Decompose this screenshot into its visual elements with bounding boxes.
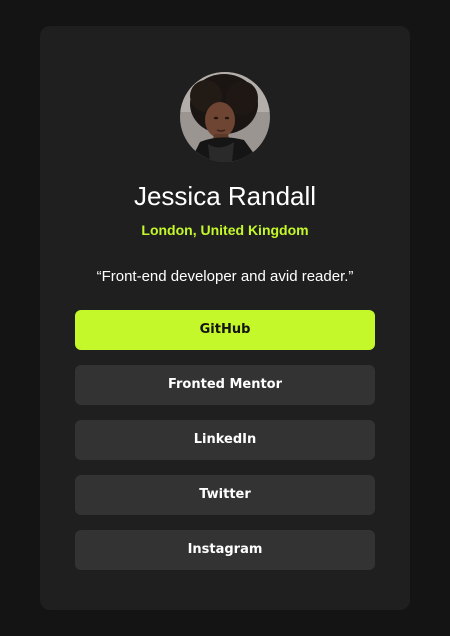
- avatar: [180, 72, 270, 162]
- instagram-link-button[interactable]: Instagram: [75, 530, 375, 570]
- profile-location: London, United Kingdom: [141, 222, 309, 238]
- profile-card: Jessica Randall London, United Kingdom “…: [40, 26, 410, 610]
- linkedin-link-button[interactable]: LinkedIn: [75, 420, 375, 460]
- list-item: Fronted Mentor: [75, 365, 375, 405]
- frontend-mentor-link-button[interactable]: Fronted Mentor: [75, 365, 375, 405]
- list-item: Instagram: [75, 530, 375, 570]
- list-item: Twitter: [75, 475, 375, 515]
- list-item: GitHub: [75, 310, 375, 350]
- social-links-list: GitHub Fronted Mentor LinkedIn Twitter I…: [75, 310, 375, 585]
- profile-bio: “Front-end developer and avid reader.”: [96, 268, 354, 285]
- avatar-photo: [180, 72, 270, 162]
- profile-name: Jessica Randall: [133, 181, 317, 211]
- github-link-button[interactable]: GitHub: [75, 310, 375, 350]
- twitter-link-button[interactable]: Twitter: [75, 475, 375, 515]
- list-item: LinkedIn: [75, 420, 375, 460]
